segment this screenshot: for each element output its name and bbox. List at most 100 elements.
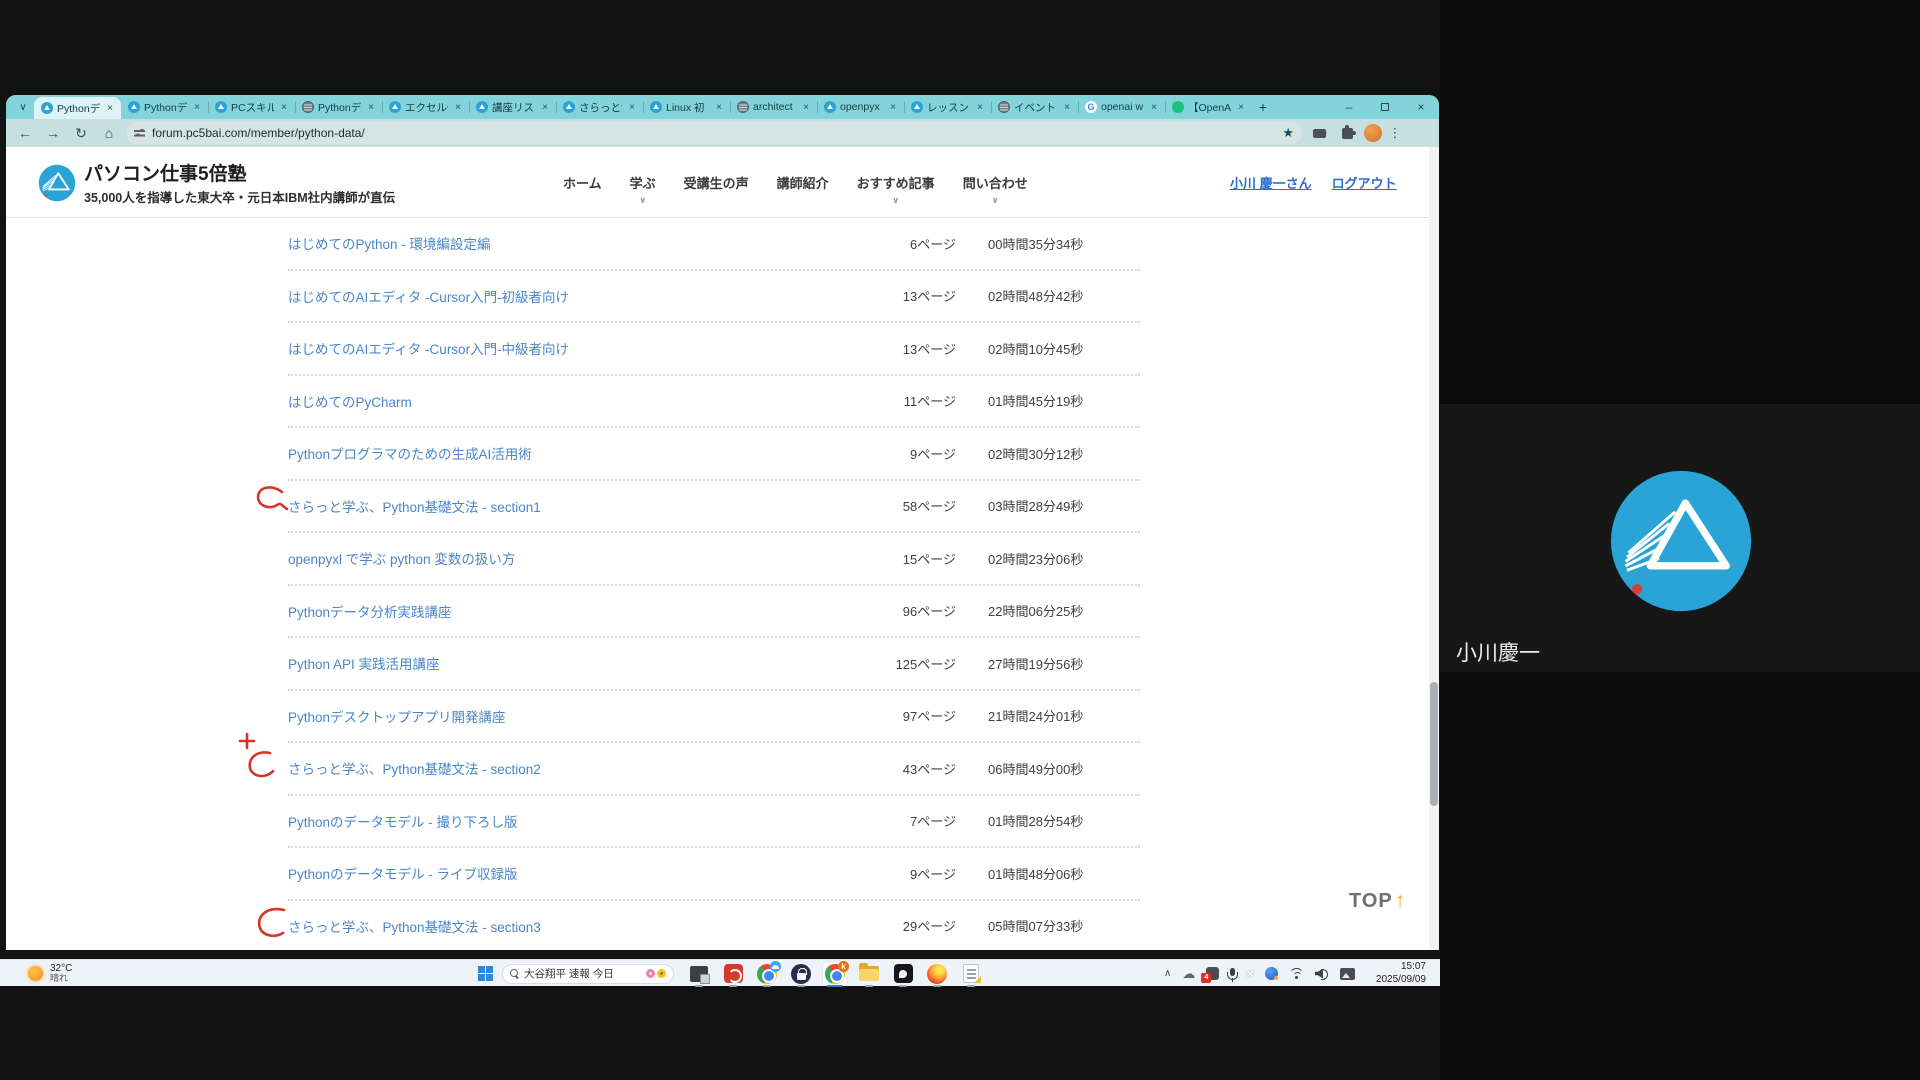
scrollbar-thumb[interactable] [1430, 682, 1438, 806]
tab-close-icon[interactable]: × [1148, 102, 1160, 113]
taskbar-clock[interactable]: 15:07 2025/09/09 [1376, 960, 1426, 987]
browser-tab[interactable]: PCスキル × [208, 95, 295, 119]
new-tab-button[interactable]: + [1252, 99, 1274, 115]
tab-label: さらっと学 [579, 101, 622, 114]
web-page: パソコン仕事5倍塾 35,000人を指導した東大卒・元日本IBM社内講師が直伝 … [6, 147, 1439, 950]
nav-item[interactable]: 問い合わせ ∨ [962, 171, 1029, 205]
browser-tab[interactable]: architect × [730, 95, 817, 119]
forward-button[interactable]: → [42, 122, 64, 144]
course-link[interactable]: はじめてのPyCharm [288, 391, 866, 411]
browser-menu-kebab-icon[interactable]: ⋮ [1388, 125, 1402, 141]
browser-tab[interactable]: レッスン × [904, 95, 991, 119]
file-explorer-icon[interactable] [857, 962, 881, 987]
page-scrollbar[interactable] [1429, 147, 1439, 950]
notepad-icon[interactable] [959, 962, 983, 987]
browser-tab[interactable]: Pythonデ × [34, 97, 121, 119]
weather-widget[interactable]: 32°C 晴れ [28, 960, 72, 987]
browser-tab[interactable]: イベント × [991, 95, 1078, 119]
wifi-icon[interactable] [1289, 968, 1304, 979]
nav-item[interactable]: 受講生の声 [683, 171, 750, 194]
dark-dev-app-icon[interactable] [891, 962, 915, 987]
nav-item[interactable]: おすすめ記事 ∨ [856, 171, 936, 205]
microphone-icon[interactable] [1227, 968, 1239, 982]
course-link[interactable]: はじめてのPython - 環境編設定編 [288, 233, 866, 253]
course-link[interactable]: Pythonプログラマのための生成AI活用術 [288, 443, 866, 463]
chrome-active-profile-icon[interactable]: k [823, 960, 849, 987]
tab-close-icon[interactable]: × [1061, 102, 1073, 113]
blue-globe-app-icon[interactable] [1264, 967, 1278, 980]
browser-tab[interactable]: openpyx × [817, 95, 904, 119]
clock-time: 15:07 [1400, 961, 1426, 972]
chrome-cloud-profile-icon[interactable] [755, 960, 781, 987]
taskbar-search-box[interactable]: 大谷翔平 速報 今日 [502, 963, 674, 984]
reload-button[interactable]: ↻ [70, 122, 92, 144]
nav-item[interactable]: 講師紹介 [776, 171, 830, 194]
course-link[interactable]: はじめてのAIエディタ -Cursor入門-中級者向け [288, 338, 866, 358]
home-button[interactable]: ⌂ [98, 122, 120, 144]
password-manager-icon[interactable] [789, 962, 813, 987]
ime-language-icon[interactable] [1339, 967, 1355, 980]
course-link[interactable]: さらっと学ぶ、Python基礎文法 - section3 [288, 916, 866, 936]
tab-close-icon[interactable]: × [626, 102, 638, 113]
nav-item[interactable]: ホーム [562, 171, 603, 194]
browser-tab[interactable]: openai w × [1078, 95, 1165, 119]
start-button-windows-icon[interactable] [478, 966, 493, 981]
tab-close-icon[interactable]: × [713, 102, 725, 113]
browser-tab[interactable]: Linux 初 × [643, 95, 730, 119]
close-window-button[interactable]: × [1403, 95, 1439, 119]
browser-tab[interactable]: エクセル仕 × [382, 95, 469, 119]
logged-in-user-link[interactable]: 小川 慶一さん [1230, 173, 1312, 192]
browser-tab[interactable]: 講座リス × [469, 95, 556, 119]
screenshot-tool-icon[interactable] [687, 962, 711, 987]
tab-close-icon[interactable]: × [974, 102, 986, 113]
site-title[interactable]: パソコン仕事5倍塾 [84, 159, 247, 186]
site-logo[interactable] [38, 164, 76, 202]
tray-expand-caret-icon[interactable]: ∧ [1164, 968, 1171, 979]
nav-item[interactable]: 学ぶ ∨ [629, 171, 657, 205]
browser-tab[interactable]: さらっと学 × [556, 95, 643, 119]
red-media-app-icon[interactable] [721, 962, 745, 987]
course-page-count: 13ページ [902, 289, 956, 305]
tab-close-icon[interactable]: × [539, 102, 551, 113]
tab-close-icon[interactable]: × [452, 102, 464, 113]
tab-close-icon[interactable]: × [104, 103, 116, 114]
course-link[interactable]: はじめてのAIエディタ -Cursor入門-初級者向け [288, 286, 866, 306]
profile-avatar[interactable] [1364, 124, 1382, 142]
course-link[interactable]: さらっと学ぶ、Python基礎文法 - section2 [288, 758, 866, 778]
tab-search-chevron-icon[interactable]: ∨ [12, 98, 34, 116]
extensions-puzzle-icon[interactable] [1336, 122, 1358, 144]
course-link[interactable]: Python API 実践活用講座 [288, 653, 866, 673]
back-button[interactable]: ← [14, 122, 36, 144]
address-bar[interactable]: forum.pc5bai.com/member/python-data/ ★ [126, 122, 1302, 144]
notification-badge-icon[interactable]: 4 [1201, 967, 1220, 983]
logout-link[interactable]: ログアウト [1332, 173, 1397, 192]
white-x-app-icon[interactable]: × [1246, 966, 1254, 981]
tab-close-icon[interactable]: × [1235, 102, 1247, 113]
maximize-button[interactable] [1367, 95, 1403, 119]
site-info-icon[interactable] [134, 128, 145, 138]
course-link[interactable]: さらっと学ぶ、Python基礎文法 - section1 [288, 496, 866, 516]
tab-close-icon[interactable]: × [191, 102, 203, 113]
course-link[interactable]: Pythonのデータモデル - ライブ収録版 [288, 863, 866, 883]
speaker-icon[interactable] [1315, 968, 1329, 980]
course-link[interactable]: Pythonデスクトップアプリ開発講座 [288, 706, 866, 726]
minimize-button[interactable]: – [1331, 95, 1367, 119]
tab-close-icon[interactable]: × [887, 102, 899, 113]
taskbar-app-icons: k [687, 960, 983, 987]
course-link[interactable]: Pythonデータ分析実践講座 [288, 601, 866, 621]
firefox-icon[interactable] [925, 962, 949, 987]
browser-tab[interactable]: Pythonデ × [295, 95, 382, 119]
browser-tab[interactable]: 【OpenAI × [1165, 95, 1252, 119]
course-link[interactable]: Pythonのデータモデル - 撮り下ろし版 [288, 811, 866, 831]
course-link[interactable]: openpyxl で学ぶ python 変数の扱い方 [288, 548, 866, 568]
bookmark-star-icon[interactable]: ★ [1282, 125, 1294, 141]
browser-tab[interactable]: Pythonデ × [121, 95, 208, 119]
tab-close-icon[interactable]: × [278, 102, 290, 113]
tab-close-icon[interactable]: × [800, 102, 812, 113]
url-text[interactable]: forum.pc5bai.com/member/python-data/ [152, 126, 1275, 140]
camera-extension-icon[interactable] [1308, 122, 1330, 144]
tab-close-icon[interactable]: × [365, 102, 377, 113]
course-page-count: 97ページ [902, 709, 956, 725]
onedrive-cloud-icon[interactable]: ☁ [1182, 966, 1195, 982]
back-to-top-button[interactable]: TOP ↑ [1349, 889, 1405, 913]
